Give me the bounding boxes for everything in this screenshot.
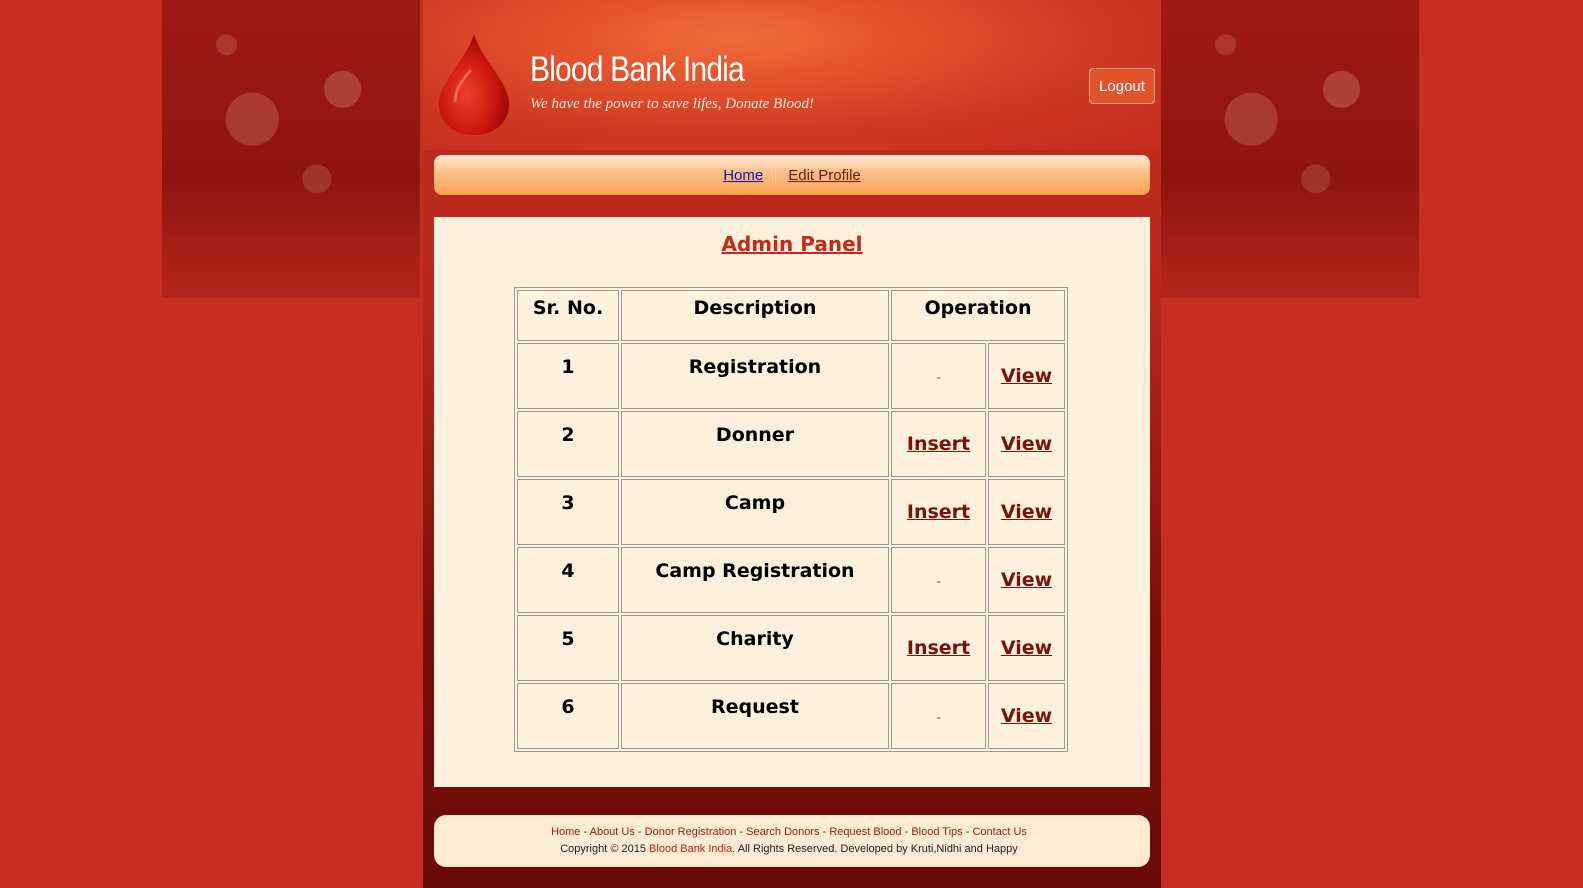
- page-container: Blood Bank India We have the power to sa…: [423, 0, 1161, 888]
- insert-unavailable: -: [935, 370, 942, 386]
- view-link[interactable]: View: [1001, 365, 1052, 387]
- column-header-operation: Operation: [891, 290, 1065, 341]
- nav-edit-profile-link[interactable]: Edit Profile: [788, 167, 861, 184]
- insert-link[interactable]: Insert: [907, 637, 970, 659]
- footer-link-request-blood[interactable]: Request Blood: [829, 826, 901, 838]
- footer-separator: -: [904, 826, 909, 838]
- footer-copyright: Copyright © 2015 Blood Bank India. All R…: [434, 843, 1144, 855]
- row-view-cell: View: [988, 615, 1065, 681]
- row-view-cell: View: [988, 343, 1065, 409]
- row-view-cell: View: [988, 479, 1065, 545]
- row-sr-no: 3: [517, 479, 619, 545]
- row-view-cell: View: [988, 547, 1065, 613]
- view-link[interactable]: View: [1001, 705, 1052, 727]
- footer-link-search-donors[interactable]: Search Donors: [746, 826, 819, 838]
- row-view-cell: View: [988, 683, 1065, 749]
- footer-link-home[interactable]: Home: [551, 826, 580, 838]
- table-row: 3 Camp Insert View: [517, 479, 1065, 545]
- page-title: Admin Panel: [721, 232, 863, 256]
- row-description: Charity: [621, 615, 889, 681]
- footer-links: Home - About Us - Donor Registration - S…: [434, 826, 1144, 838]
- footer-separator: -: [583, 826, 588, 838]
- decorative-floral-panel-right: [1161, 0, 1419, 298]
- table-row: 5 Charity Insert View: [517, 615, 1065, 681]
- row-description: Donner: [621, 411, 889, 477]
- copyright-brand-link[interactable]: Blood Bank India: [649, 843, 732, 855]
- admin-operations-table: Sr. No. Description Operation 1 Registra…: [514, 287, 1068, 752]
- row-description: Camp Registration: [621, 547, 889, 613]
- table-row: 1 Registration - View: [517, 343, 1065, 409]
- insert-unavailable: -: [935, 574, 942, 590]
- row-description: Request: [621, 683, 889, 749]
- logout-button[interactable]: Logout: [1089, 68, 1155, 104]
- footer-link-contact-us[interactable]: Contact Us: [972, 826, 1026, 838]
- row-sr-no: 4: [517, 547, 619, 613]
- column-header-sr-no: Sr. No.: [517, 290, 619, 341]
- footer-separator: -: [965, 826, 970, 838]
- insert-link[interactable]: Insert: [907, 433, 970, 455]
- site-header: Blood Bank India We have the power to sa…: [423, 0, 1161, 150]
- decorative-floral-panel-left: [162, 0, 420, 298]
- footer-link-donor-registration[interactable]: Donor Registration: [645, 826, 737, 838]
- blood-drop-icon: [439, 34, 509, 135]
- footer-separator: -: [637, 826, 642, 838]
- row-description: Camp: [621, 479, 889, 545]
- footer-separator: -: [822, 826, 827, 838]
- row-sr-no: 5: [517, 615, 619, 681]
- view-link[interactable]: View: [1001, 637, 1052, 659]
- site-title: Blood Bank India: [530, 50, 745, 89]
- copyright-suffix: . All Rights Reserved. Developed by Krut…: [732, 843, 1018, 855]
- row-insert-cell: -: [891, 343, 986, 409]
- table-row: 6 Request - View: [517, 683, 1065, 749]
- nav-divider: [775, 166, 777, 184]
- main-nav: Home Edit Profile: [434, 155, 1150, 195]
- row-insert-cell: Insert: [891, 411, 986, 477]
- nav-home-link[interactable]: Home: [723, 167, 763, 184]
- view-link[interactable]: View: [1001, 569, 1052, 591]
- row-insert-cell: -: [891, 547, 986, 613]
- footer-link-about-us[interactable]: About Us: [590, 826, 635, 838]
- insert-unavailable: -: [935, 710, 942, 726]
- row-insert-cell: Insert: [891, 479, 986, 545]
- insert-link[interactable]: Insert: [907, 501, 970, 523]
- row-insert-cell: Insert: [891, 615, 986, 681]
- row-description: Registration: [621, 343, 889, 409]
- table-row: 2 Donner Insert View: [517, 411, 1065, 477]
- footer-separator: -: [739, 826, 744, 838]
- row-view-cell: View: [988, 411, 1065, 477]
- footer-link-blood-tips[interactable]: Blood Tips: [911, 826, 962, 838]
- row-insert-cell: -: [891, 683, 986, 749]
- view-link[interactable]: View: [1001, 433, 1052, 455]
- table-header-row: Sr. No. Description Operation: [517, 290, 1065, 341]
- admin-panel-content: Admin Panel Sr. No. Description Operatio…: [434, 217, 1150, 787]
- table-row: 4 Camp Registration - View: [517, 547, 1065, 613]
- row-sr-no: 1: [517, 343, 619, 409]
- site-tagline: We have the power to save lifes, Donate …: [530, 96, 814, 112]
- row-sr-no: 2: [517, 411, 619, 477]
- copyright-prefix: Copyright © 2015: [560, 843, 646, 855]
- column-header-description: Description: [621, 290, 889, 341]
- row-sr-no: 6: [517, 683, 619, 749]
- view-link[interactable]: View: [1001, 501, 1052, 523]
- site-footer: Home - About Us - Donor Registration - S…: [434, 815, 1144, 867]
